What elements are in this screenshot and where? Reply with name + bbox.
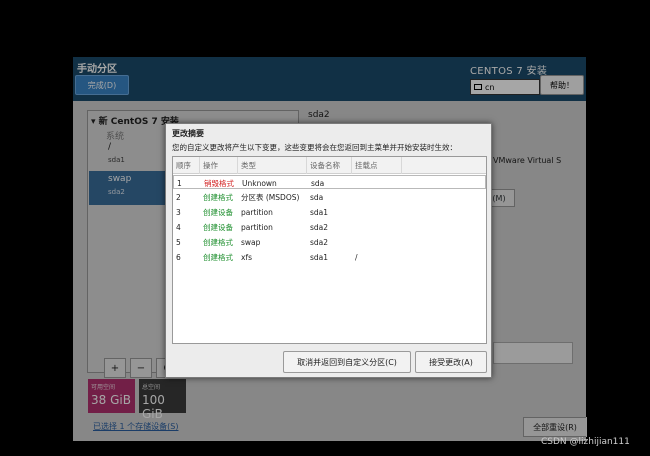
cancel-and-return-button[interactable]: 取消并返回到自定义分区(C) bbox=[283, 351, 411, 373]
table-row[interactable]: 6 创建格式 xfs sda1 / bbox=[173, 250, 486, 264]
table-row[interactable]: 1 销毁格式 Unknown sda bbox=[173, 175, 486, 189]
dialog-title: 更改摘要 bbox=[172, 129, 204, 138]
screen: 手动分区 完成(D) CENTOS 7 安装 cn 帮助！ ▾ 新 CentOS… bbox=[0, 0, 650, 456]
table-header: 顺序 操作 类型 设备名称 挂载点 bbox=[173, 157, 486, 174]
accept-changes-button[interactable]: 接受更改(A) bbox=[415, 351, 487, 373]
table-row[interactable]: 3 创建设备 partition sda1 bbox=[173, 205, 486, 219]
changes-table: 顺序 操作 类型 设备名称 挂载点 1 销毁格式 Unknown sda 2 创… bbox=[172, 156, 487, 344]
table-row[interactable]: 5 创建格式 swap sda2 bbox=[173, 235, 486, 249]
table-row[interactable]: 2 创建格式 分区表 (MSDOS) sda bbox=[173, 190, 486, 204]
summary-of-changes-dialog: 更改摘要 您的自定义更改将产生以下变更，这些变更将会在您返回到主菜单并开始安装时… bbox=[165, 123, 492, 378]
table-row[interactable]: 4 创建设备 partition sda2 bbox=[173, 220, 486, 234]
column-header[interactable]: 操作 bbox=[200, 157, 238, 174]
column-header[interactable]: 挂载点 bbox=[352, 157, 402, 174]
column-header[interactable]: 顺序 bbox=[173, 157, 200, 174]
dialog-description: 您的自定义更改将产生以下变更，这些变更将会在您返回到主菜单并开始安装时生效： bbox=[172, 143, 457, 152]
column-header[interactable]: 设备名称 bbox=[307, 157, 352, 174]
column-header[interactable]: 类型 bbox=[238, 157, 307, 174]
watermark: CSDN @lizhijian111 bbox=[541, 437, 630, 447]
